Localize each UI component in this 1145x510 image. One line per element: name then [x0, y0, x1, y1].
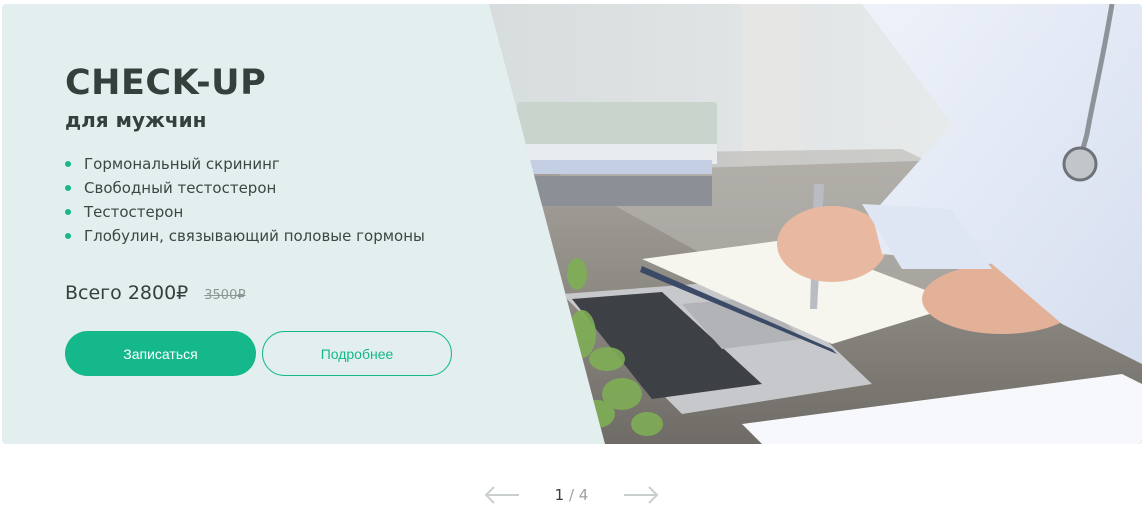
page-separator: / [564, 486, 579, 504]
total-pages: 4 [578, 486, 589, 504]
bullet-icon [65, 185, 71, 191]
banner-content: CHECK-UP для мужчин Гормональный скринин… [65, 62, 505, 376]
feature-list: Гормональный скрининг Свободный тестосте… [65, 152, 505, 248]
banner-subtitle: для мужчин [65, 108, 207, 132]
feature-item: Гормональный скрининг [65, 152, 505, 176]
feature-label: Тестостерон [84, 203, 184, 221]
current-page: 1 [554, 486, 565, 504]
bullet-icon [65, 209, 71, 215]
slider-pager: 1 / 4 [484, 482, 659, 508]
button-group: Записаться Подробнее [65, 331, 505, 376]
feature-item: Свободный тестостерон [65, 176, 505, 200]
price-row: Всего 2800₽ 3500₽ [65, 282, 505, 304]
old-price: 3500₽ [204, 288, 246, 303]
feature-label: Глобулин, связывающий половые гормоны [84, 227, 425, 245]
banner-title: CHECK-UP [65, 63, 267, 103]
feature-label: Гормональный скрининг [84, 155, 280, 173]
book-button[interactable]: Записаться [65, 331, 256, 376]
current-price: Всего 2800₽ [65, 282, 189, 304]
bullet-icon [65, 161, 71, 167]
details-button[interactable]: Подробнее [262, 331, 452, 376]
feature-label: Свободный тестостерон [84, 179, 277, 197]
page-counter: 1 / 4 [555, 486, 589, 504]
bullet-icon [65, 233, 71, 239]
arrow-left-icon[interactable] [484, 485, 520, 505]
arrow-right-icon[interactable] [623, 485, 659, 505]
feature-item: Глобулин, связывающий половые гормоны [65, 224, 505, 248]
promo-banner: CHECK-UP для мужчин Гормональный скринин… [2, 4, 1142, 444]
feature-item: Тестостерон [65, 200, 505, 224]
